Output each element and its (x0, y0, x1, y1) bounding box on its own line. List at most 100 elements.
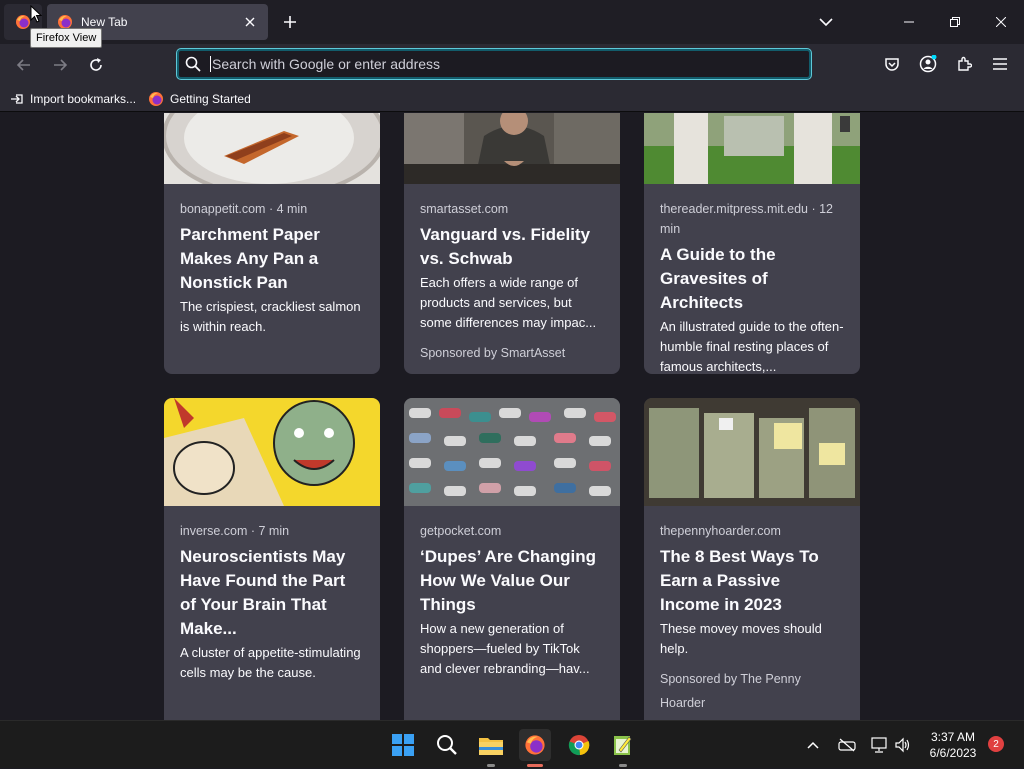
title-bar: New Tab (0, 0, 1024, 44)
story-card[interactable]: smartasset.com Vanguard vs. Fidelity vs.… (404, 113, 620, 374)
import-icon (11, 93, 23, 104)
story-source: getpocket.com (420, 524, 502, 538)
story-headline: The 8 Best Ways To Earn a Passive Income… (660, 547, 819, 614)
start-button[interactable] (387, 729, 419, 761)
story-source: bonappetit.com · 4 min (180, 202, 308, 216)
chevron-down-icon (819, 18, 833, 27)
story-card[interactable]: thepennyhoarder.com The 8 Best Ways To E… (644, 398, 860, 720)
close-tab-icon[interactable] (242, 14, 258, 30)
story-headline: Parchment Paper Makes Any Pan a Nonstick… (180, 225, 320, 292)
puzzle-icon (958, 56, 972, 71)
list-all-tabs-button[interactable] (814, 10, 838, 34)
network-button[interactable] (870, 721, 888, 769)
menu-button[interactable] (988, 52, 1012, 76)
story-thumbnail (644, 113, 860, 184)
bookmark-import[interactable]: Import bookmarks... (10, 92, 136, 106)
text-caret (210, 56, 211, 72)
taskbar: 3:37 AM 6/6/2023 (0, 720, 1024, 768)
story-excerpt: How a new generation of shoppers—fueled … (420, 621, 590, 676)
notepad-icon (614, 736, 632, 755)
search-icon (185, 56, 201, 72)
firefox-icon (16, 15, 30, 29)
tab-title: New Tab (81, 15, 128, 29)
firefox-icon (149, 91, 164, 106)
story-excerpt: A cluster of appetite-stimulating cells … (180, 645, 361, 680)
show-hidden-icons-button[interactable] (806, 721, 820, 769)
speaker-icon (895, 737, 910, 753)
close-icon (996, 17, 1006, 27)
reload-button[interactable] (82, 51, 110, 79)
restore-icon (950, 17, 960, 27)
address-bar[interactable] (177, 49, 811, 79)
search-button[interactable] (431, 729, 463, 761)
drive-status-button[interactable] (838, 721, 856, 769)
minimize-icon (904, 21, 914, 23)
story-thumbnail (164, 113, 380, 184)
clock[interactable]: 3:37 AM 6/6/2023 (920, 729, 986, 761)
pocket-icon (885, 58, 899, 71)
story-source: thereader.mitpress.mit.edu · 12 min (660, 202, 833, 236)
file-explorer-button[interactable] (475, 729, 507, 767)
volume-button[interactable] (894, 721, 912, 769)
restore-button[interactable] (932, 0, 978, 44)
bookmark-label: Getting Started (170, 91, 251, 106)
story-excerpt: Each offers a wide range of products and… (420, 275, 597, 330)
network-icon (871, 737, 887, 753)
story-headline: Vanguard vs. Fidelity vs. Schwab (420, 225, 591, 268)
account-icon (919, 55, 937, 73)
plus-icon (284, 16, 296, 28)
clock-time: 3:37 AM (930, 730, 976, 744)
story-excerpt: These movey moves should help. (660, 621, 822, 656)
story-headline: ‘Dupes’ Are Changing How We Value Our Th… (420, 547, 597, 614)
story-thumbnail (164, 398, 380, 506)
forward-button[interactable] (46, 51, 74, 79)
story-thumbnail (404, 398, 620, 506)
story-source: thepennyhoarder.com (660, 524, 781, 538)
pocket-button[interactable] (880, 52, 904, 76)
firefox-taskbar-button[interactable] (519, 729, 551, 767)
story-source: smartasset.com (420, 202, 509, 216)
story-thumbnail (644, 398, 860, 506)
new-tab-button[interactable] (278, 10, 302, 34)
sponsor-label: Sponsored by SmartAsset (420, 346, 566, 360)
story-thumbnail (404, 113, 620, 184)
running-indicator (487, 764, 495, 767)
running-indicator (619, 764, 627, 767)
hamburger-menu-icon (993, 58, 1007, 70)
bookmark-getting-started[interactable]: Getting Started (148, 91, 251, 107)
bookmark-label: Import bookmarks... (30, 91, 137, 106)
reload-icon (90, 58, 102, 71)
tooltip-firefox-view: Firefox View (30, 28, 103, 48)
drive-offline-icon (838, 738, 856, 752)
chrome-taskbar-button[interactable] (563, 729, 595, 761)
notification-badge[interactable]: 2 (988, 736, 1004, 752)
story-card[interactable]: thereader.mitpress.mit.edu · 12 min A Gu… (644, 113, 860, 374)
story-card[interactable]: getpocket.com ‘Dupes’ Are Changing How W… (404, 398, 620, 720)
back-button[interactable] (10, 51, 38, 79)
active-indicator (527, 764, 543, 767)
story-excerpt: An illustrated guide to the often-humble… (660, 319, 844, 374)
story-card[interactable]: bonappetit.com · 4 min Parchment Paper M… (164, 113, 380, 374)
notepad-taskbar-button[interactable] (607, 729, 639, 767)
sponsor-label: Sponsored by The Penny Hoarder (660, 672, 801, 710)
url-input[interactable] (212, 56, 809, 72)
bookmarks-toolbar: Import bookmarks... Getting Started (0, 86, 1024, 112)
story-source: inverse.com · 7 min (180, 524, 290, 538)
story-headline: Neuroscientists May Have Found the Part … (180, 547, 346, 638)
new-tab-content: bonappetit.com · 4 min Parchment Paper M… (0, 113, 1024, 720)
back-arrow-icon (16, 59, 30, 71)
story-card[interactable]: inverse.com · 7 min Neuroscientists May … (164, 398, 380, 720)
chevron-up-icon (807, 741, 819, 749)
account-button[interactable] (916, 52, 940, 76)
search-icon (437, 735, 457, 755)
folder-icon (479, 738, 503, 755)
chrome-icon (568, 735, 590, 756)
mouse-cursor-icon (30, 5, 42, 23)
clock-date: 6/6/2023 (929, 746, 977, 760)
extensions-button[interactable] (952, 52, 976, 76)
minimize-button[interactable] (886, 0, 932, 44)
close-window-button[interactable] (978, 0, 1024, 44)
windows-logo-icon (392, 734, 414, 756)
forward-arrow-icon (54, 59, 68, 71)
story-excerpt: The crispiest, crackliest salmon is with… (180, 299, 361, 334)
